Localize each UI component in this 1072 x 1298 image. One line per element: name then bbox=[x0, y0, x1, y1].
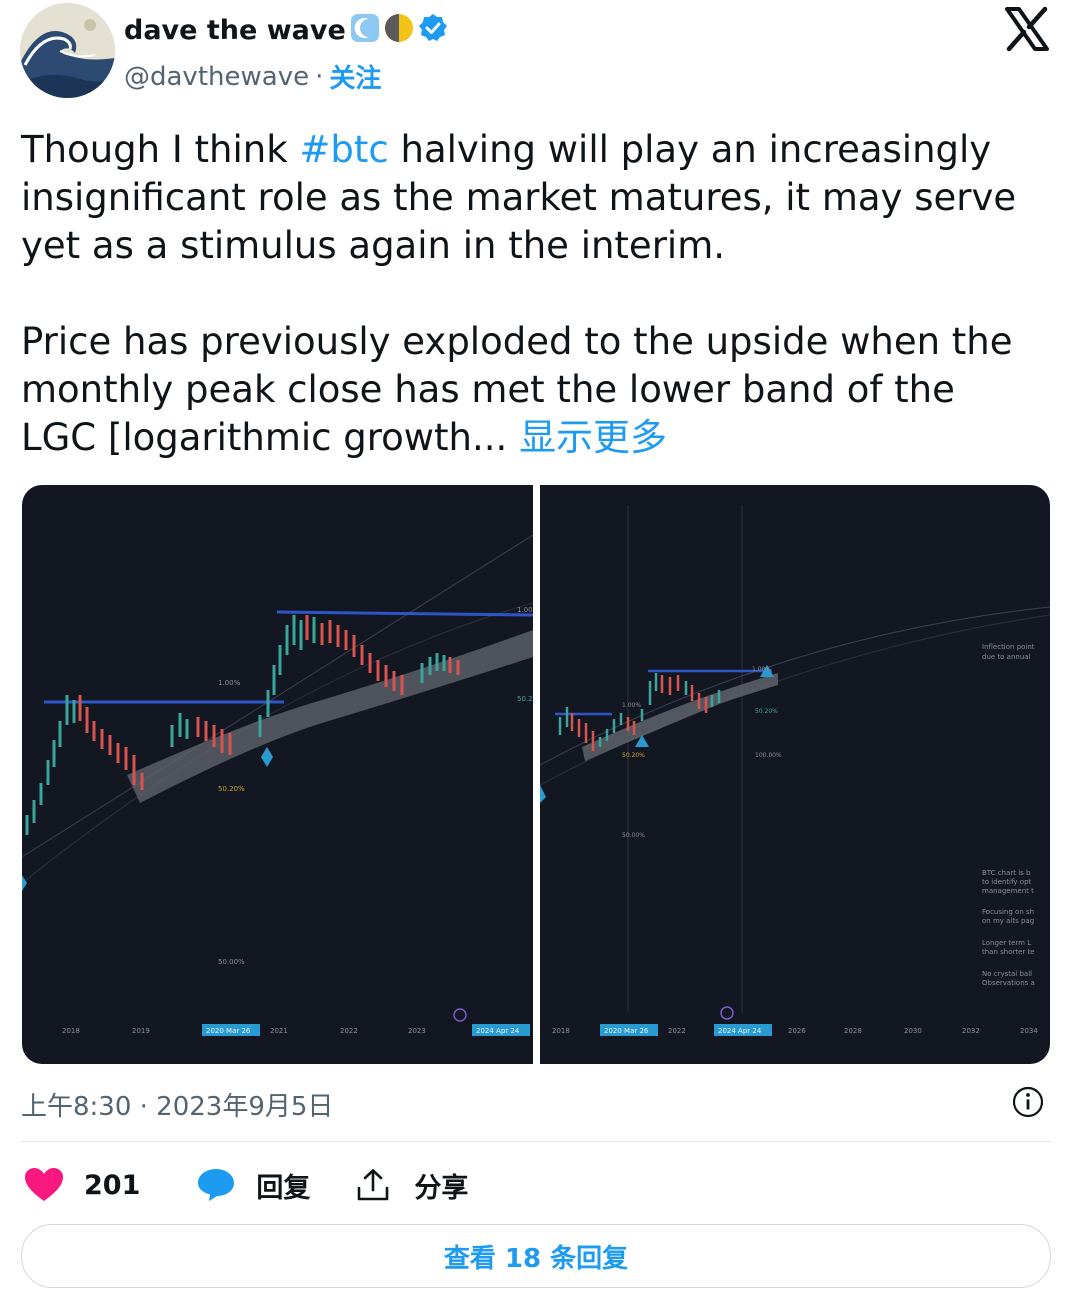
separator: · bbox=[315, 61, 324, 92]
svg-text:2018: 2018 bbox=[552, 1027, 570, 1035]
svg-text:2020 Mar 26: 2020 Mar 26 bbox=[206, 1027, 251, 1035]
side-note: than shorter te bbox=[982, 948, 1035, 956]
side-note: Inflection point bbox=[982, 643, 1035, 651]
svg-text:50.20%: 50.20% bbox=[755, 708, 778, 715]
share-label: 分享 bbox=[414, 1172, 469, 1204]
svg-text:1.00%: 1.00% bbox=[752, 666, 771, 673]
half-moon-icon bbox=[384, 13, 414, 47]
side-note: due to annual bbox=[982, 653, 1031, 661]
svg-text:50.00%: 50.00% bbox=[218, 958, 245, 966]
svg-text:50.20%: 50.20% bbox=[218, 785, 245, 793]
svg-text:2034: 2034 bbox=[1020, 1027, 1038, 1035]
svg-text:2019: 2019 bbox=[132, 1027, 150, 1035]
chart-images: 1.00% 50.20% 50.00% 1.00 50.20 2018 2019… bbox=[22, 485, 1050, 1064]
wave-avatar-image bbox=[20, 3, 115, 98]
svg-text:2018: 2018 bbox=[62, 1027, 80, 1035]
tweet-timestamp[interactable]: 上午8:30 · 2023年9月5日 bbox=[21, 1086, 333, 1123]
side-note: on my alts pag bbox=[982, 917, 1034, 925]
speech-bubble-icon bbox=[196, 1167, 236, 1203]
action-bar: 201 回复 分享 bbox=[24, 1163, 468, 1207]
tweet-text: Though I think #btc halving will play an… bbox=[21, 126, 1041, 462]
author-name-row[interactable]: dave the wave bbox=[124, 13, 448, 47]
side-note: No crystal ball bbox=[982, 970, 1032, 978]
moon-icon bbox=[350, 13, 380, 47]
handle[interactable]: @davthewave bbox=[124, 62, 309, 92]
show-more-link[interactable]: 显示更多 bbox=[519, 416, 667, 459]
svg-text:1.00: 1.00 bbox=[517, 606, 533, 614]
info-icon[interactable] bbox=[1012, 1086, 1044, 1118]
svg-text:1.00%: 1.00% bbox=[218, 679, 241, 687]
side-note: Observations a bbox=[982, 979, 1035, 987]
svg-text:2026: 2026 bbox=[788, 1027, 806, 1035]
divider bbox=[21, 1141, 1051, 1142]
svg-text:2028: 2028 bbox=[844, 1027, 862, 1035]
svg-text:50.00%: 50.00% bbox=[622, 832, 645, 839]
svg-text:2024 Apr 24: 2024 Apr 24 bbox=[476, 1027, 520, 1035]
svg-text:2030: 2030 bbox=[904, 1027, 922, 1035]
svg-text:2032: 2032 bbox=[962, 1027, 980, 1035]
side-note: BTC chart is b bbox=[982, 869, 1031, 877]
side-note: management t bbox=[982, 887, 1034, 895]
heart-icon bbox=[24, 1167, 64, 1203]
svg-text:2021: 2021 bbox=[270, 1027, 288, 1035]
right-chart-image: 1.00% 50.20% 50.20% 100.00% 50.00% 1.00%… bbox=[540, 485, 1050, 1064]
tweet-paragraph-1: Though I think #btc halving will play an… bbox=[21, 126, 1041, 270]
side-note: Longer term L bbox=[982, 939, 1031, 947]
side-note: to identify opt bbox=[982, 878, 1032, 886]
tweet-text-segment: Though I think bbox=[21, 128, 300, 171]
svg-text:2020 Mar 26: 2020 Mar 26 bbox=[604, 1027, 649, 1035]
left-chart-image: 1.00% 50.20% 50.00% 1.00 50.20 2018 2019… bbox=[22, 485, 533, 1064]
follow-button[interactable]: 关注 bbox=[329, 58, 381, 95]
handle-row: @davthewave · 关注 bbox=[124, 58, 381, 95]
display-name[interactable]: dave the wave bbox=[124, 15, 346, 46]
hashtag-link[interactable]: #btc bbox=[299, 128, 388, 171]
svg-text:100.00%: 100.00% bbox=[755, 752, 782, 759]
side-note: Focusing on sh bbox=[982, 908, 1034, 916]
svg-text:2022: 2022 bbox=[668, 1027, 686, 1035]
tweet-paragraph-2: Price has previously exploded to the ups… bbox=[21, 318, 1041, 462]
avatar[interactable] bbox=[20, 3, 115, 98]
verified-badge-icon bbox=[418, 13, 448, 47]
svg-text:2023: 2023 bbox=[408, 1027, 426, 1035]
view-replies-button[interactable]: 查看 18 条回复 bbox=[21, 1224, 1051, 1288]
tweet-media[interactable]: 1.00% 50.20% 50.00% 1.00 50.20 2018 2019… bbox=[22, 485, 1050, 1064]
svg-text:2022: 2022 bbox=[340, 1027, 358, 1035]
svg-text:1.00%: 1.00% bbox=[622, 702, 641, 709]
like-count: 201 bbox=[84, 1169, 141, 1201]
reply-button[interactable]: 回复 bbox=[196, 1166, 310, 1205]
share-icon bbox=[356, 1168, 390, 1202]
share-button[interactable]: 分享 bbox=[356, 1166, 468, 1205]
like-button[interactable]: 201 bbox=[24, 1167, 140, 1203]
svg-text:50.20%: 50.20% bbox=[622, 752, 645, 759]
reply-label: 回复 bbox=[256, 1172, 311, 1204]
svg-text:2024 Apr 24: 2024 Apr 24 bbox=[718, 1027, 762, 1035]
tweet-text-segment: Price has previously exploded to the ups… bbox=[21, 320, 1013, 459]
x-logo-icon[interactable] bbox=[1004, 6, 1050, 52]
